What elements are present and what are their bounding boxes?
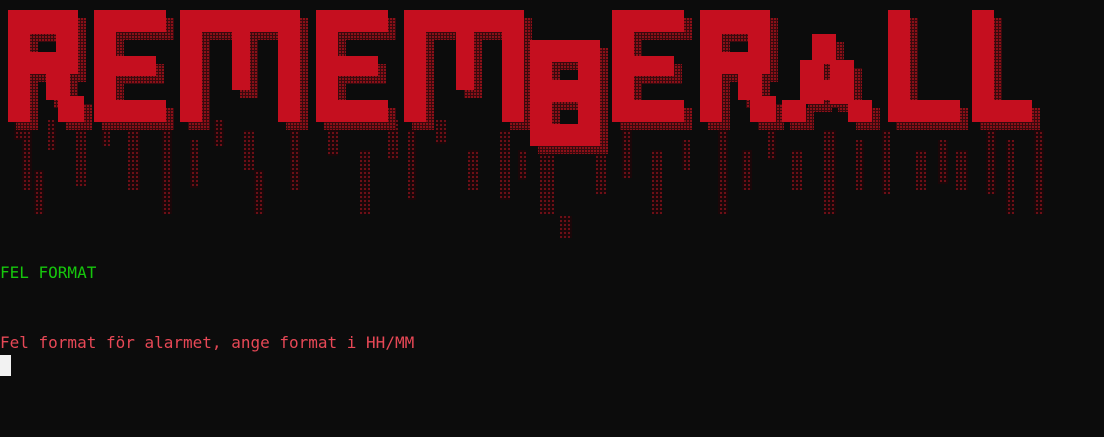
banner-letter-block — [800, 80, 854, 100]
banner-letter-block — [58, 96, 84, 122]
banner-letter-block — [888, 100, 960, 122]
banner-drip — [824, 130, 836, 214]
banner-drip — [500, 130, 510, 200]
banner-drip — [986, 130, 996, 194]
banner-letter-block — [94, 10, 166, 32]
banner-drip — [938, 140, 948, 184]
banner-drip — [190, 140, 198, 188]
banner-letter-block — [316, 100, 388, 122]
banner-drip — [882, 130, 890, 194]
banner-letter-block — [46, 70, 70, 100]
banner-letter-block — [94, 56, 156, 76]
banner-drip — [792, 150, 802, 190]
banner-drip — [718, 130, 728, 214]
banner-drip — [596, 150, 606, 194]
banner-drip — [856, 140, 864, 190]
console-window[interactable]: FEL FORMAT Fel format för alarmet, ange … — [0, 0, 1104, 437]
banner-drip — [560, 216, 572, 238]
banner-letter-block — [530, 124, 600, 146]
banner-drip — [244, 130, 254, 170]
rememberall-banner-logo — [8, 10, 1044, 238]
banner-letter-block — [612, 56, 674, 76]
text-cursor[interactable] — [0, 355, 11, 376]
banner-drip — [742, 150, 752, 190]
banner-letter-block — [812, 34, 836, 64]
banner-letter-block — [502, 10, 524, 122]
banner-letter-block — [278, 10, 300, 122]
error-message-line: Fel format för alarmet, ange format i HH… — [0, 333, 415, 352]
banner-drip — [254, 170, 264, 214]
banner-drip — [162, 120, 172, 214]
banner-drip — [1034, 130, 1044, 214]
banner-letter-block — [530, 80, 600, 102]
banner-drip — [956, 150, 968, 190]
banner-letter-block — [612, 100, 684, 122]
banner-drip — [518, 150, 526, 180]
banner-drip — [1006, 140, 1014, 214]
banner-letter-block — [848, 100, 872, 122]
banner-drip — [652, 150, 662, 214]
status-line: FEL FORMAT — [0, 263, 97, 282]
banner-letter-block — [612, 10, 684, 32]
banner-drip — [768, 130, 776, 160]
banner-letter-block — [738, 70, 762, 100]
banner-letter-block — [316, 56, 378, 76]
banner-letter-block — [316, 10, 388, 32]
banner-drip — [916, 150, 926, 190]
banner-drip — [22, 130, 32, 190]
banner-drip — [360, 150, 370, 214]
banner-drip — [128, 130, 140, 190]
banner-drip — [408, 130, 416, 200]
banner-drip — [328, 130, 338, 156]
banner-drip — [34, 170, 44, 214]
banner-drip — [48, 120, 56, 150]
banner-drip — [540, 150, 554, 214]
banner-letter-block — [94, 100, 166, 122]
banner-drip — [468, 150, 478, 190]
banner-letter-block — [972, 100, 1032, 122]
banner-letter-block — [232, 10, 250, 90]
banner-letter-block — [750, 96, 776, 122]
banner-drip — [436, 120, 446, 144]
banner-drip — [290, 120, 300, 190]
banner-drip — [682, 140, 690, 170]
banner-letter-block — [456, 10, 474, 90]
banner-drip — [622, 130, 632, 178]
banner-drip-shading — [14, 120, 1044, 238]
banner-drip — [214, 120, 224, 146]
